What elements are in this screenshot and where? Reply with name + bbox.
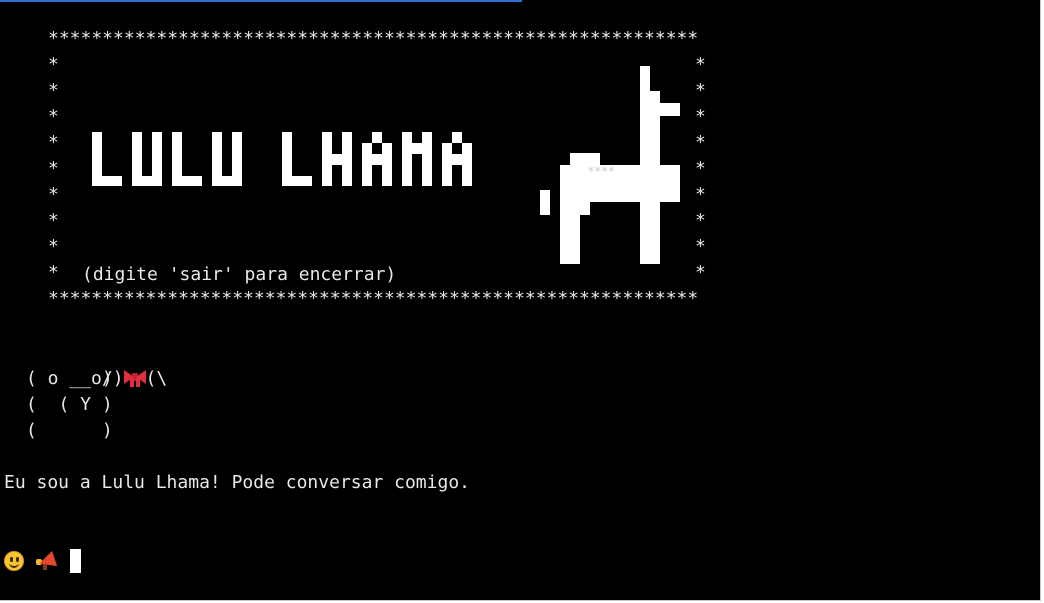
banner-side-star: * [48,184,59,205]
banner-side-star: * [48,54,59,75]
banner-side-star: * [695,158,706,179]
banner-side-star: * [695,54,706,75]
greeting-message: Eu sou a Lulu Lhama! Pode conversar comi… [4,472,470,493]
megaphone-icon [34,550,60,572]
banner-top-border: ****************************************… [48,28,699,49]
banner-side-star: * [695,106,706,127]
exit-hint: (digite 'sair' para encerrar) [82,264,397,285]
banner-side-star: * [48,262,59,283]
banner-side-star: * [695,184,706,205]
focus-indicator [0,0,522,2]
banner-bottom-border: ****************************************… [48,288,699,309]
banner-side-star: * [48,158,59,179]
text-cursor[interactable] [70,549,81,573]
ascii-llama-face: ( o __o) [26,368,113,389]
ascii-llama-mouth: ( ( Y ) [26,394,113,415]
ascii-ear-right: (\ [145,368,168,389]
banner-side-star: * [695,210,706,231]
ribbon-bow-icon [123,367,146,387]
logo-pixel-art [92,132,516,186]
banner-side-star: * [695,236,706,257]
smiley-icon [4,551,24,571]
banner-side-star: * [695,132,706,153]
ascii-llama-ears: /) (\ [26,340,167,389]
banner-side-star: * [48,210,59,231]
banner-side-star: * [48,236,59,257]
banner-side-star: * [695,80,706,101]
terminal-window[interactable]: ****************************************… [0,0,1041,601]
llama-blanket-pattern: **** [587,165,615,180]
ascii-llama-body: ( ) [26,420,113,441]
banner-side-star: * [48,106,59,127]
banner-side-star: * [48,80,59,101]
input-prompt[interactable] [4,548,81,574]
banner-side-star: * [48,132,59,153]
banner-side-star: * [695,262,706,283]
